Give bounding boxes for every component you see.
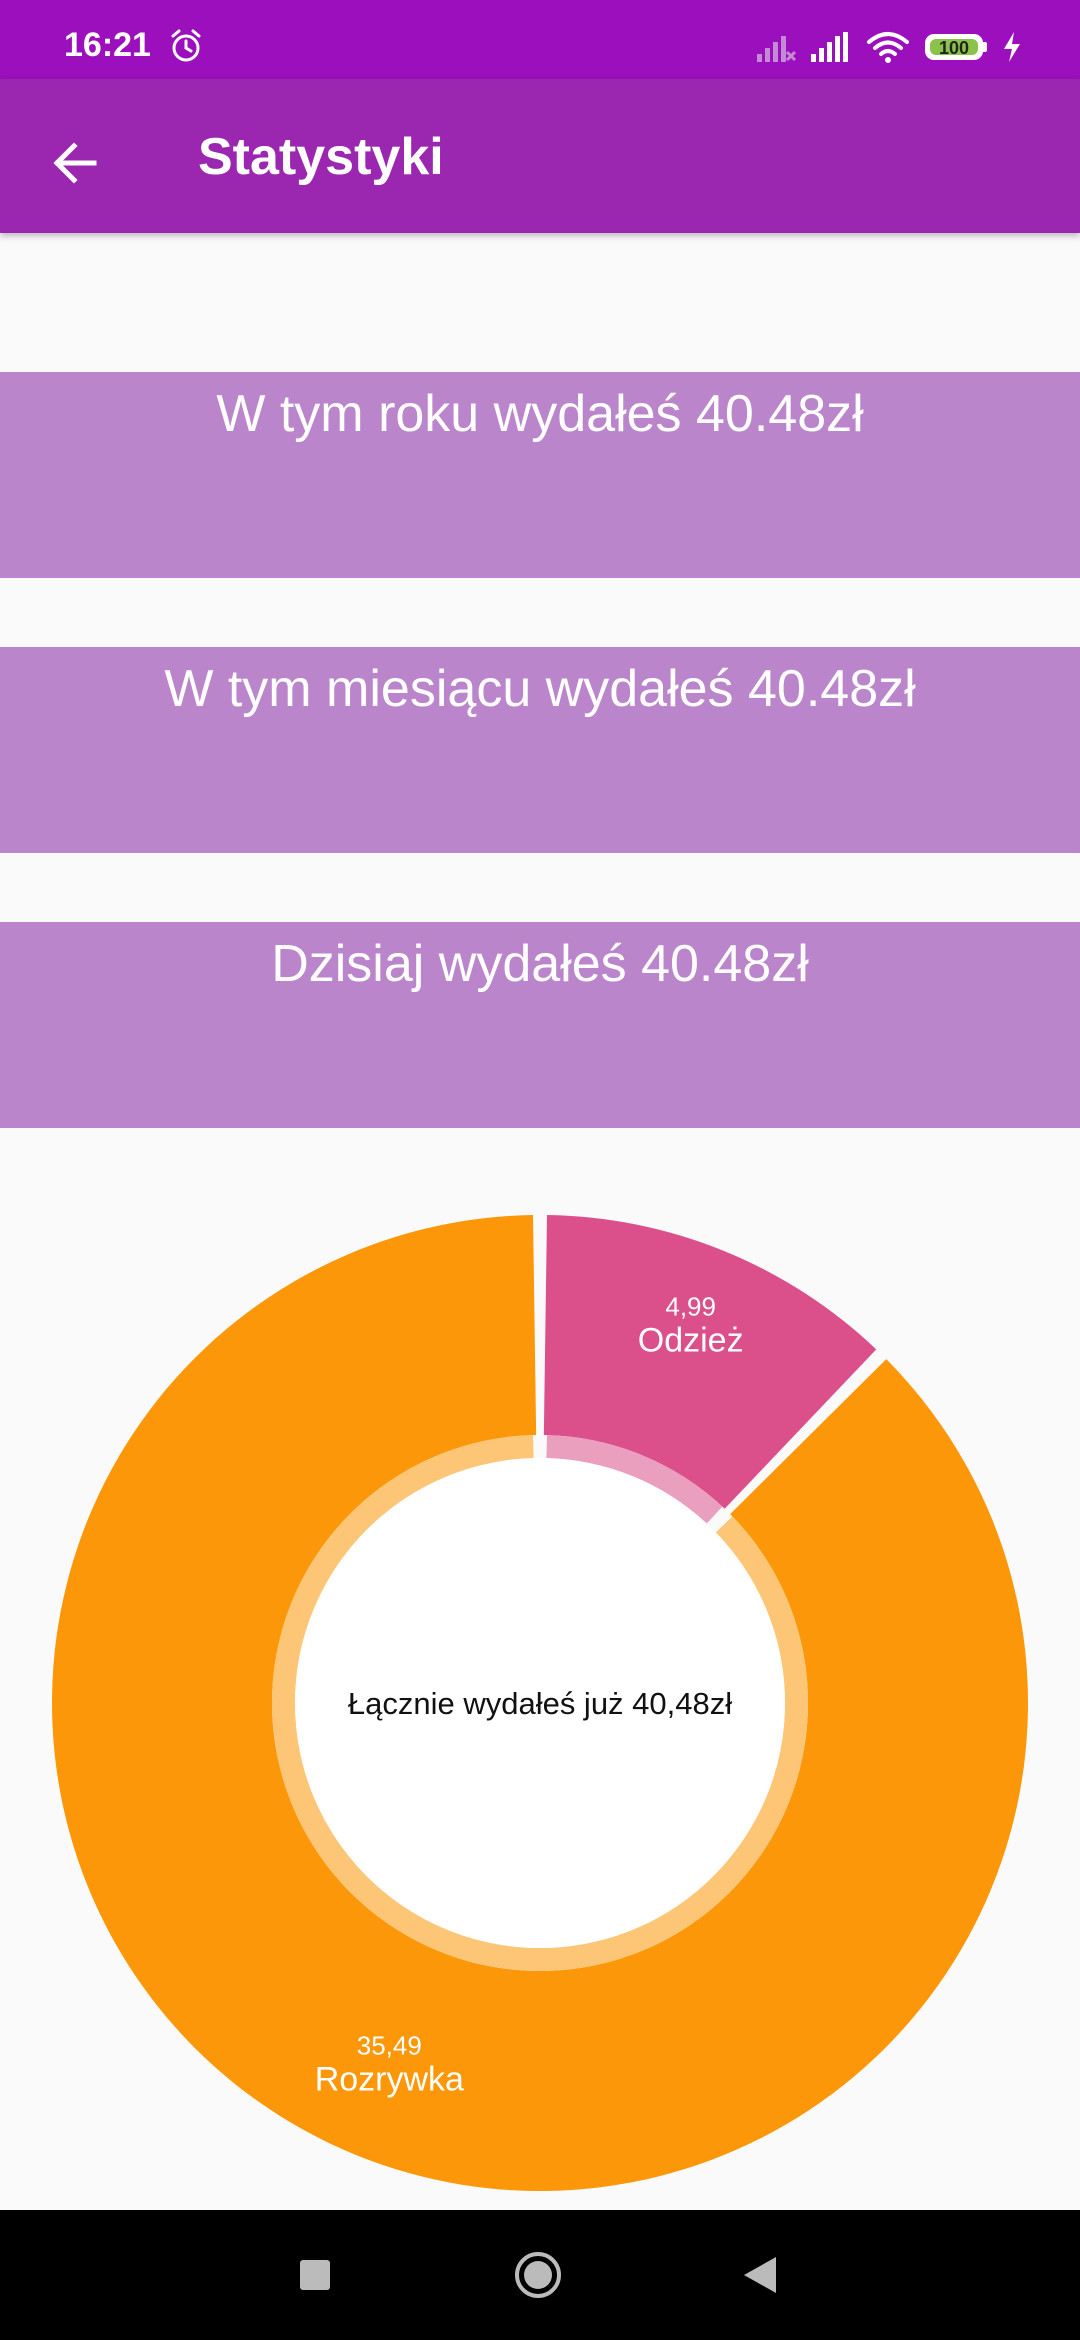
- slice-name-label: Rozrywka: [315, 2060, 464, 2098]
- page-title: Statystyki: [198, 128, 444, 186]
- navigation-bar: [0, 2210, 1080, 2340]
- wifi-icon: [866, 30, 910, 69]
- status-time: 16:21: [64, 26, 151, 64]
- recents-icon[interactable]: [300, 2260, 330, 2290]
- slice-name-label: Odzież: [638, 1322, 744, 1360]
- battery-icon: 100: [925, 34, 989, 64]
- total-spent-label: Łącznie wydałeś już 40,48zł: [348, 1686, 732, 1721]
- today-spending-card: Dzisiaj wydałeś 40.48zł: [0, 922, 1080, 1128]
- status-bar: 16:21 100: [0, 0, 1080, 79]
- app-bar: Statystyki: [0, 79, 1080, 233]
- year-spending-card: W tym roku wydałeś 40.48zł: [0, 372, 1080, 578]
- spending-donut-chart: 4,99Odzież 35,49Rozrywka Łącznie wydałeś j…: [51, 1215, 1028, 2191]
- battery-level: 100: [930, 39, 978, 57]
- month-spending-text: W tym miesiącu wydałeś 40.48zł: [164, 660, 916, 718]
- slice-value-label: 35,49: [357, 2030, 422, 2060]
- home-icon[interactable]: [513, 2250, 563, 2300]
- back-icon[interactable]: [740, 2253, 780, 2302]
- slice-value-label: 4,99: [665, 1292, 716, 1322]
- year-spending-text: W tym roku wydałeś 40.48zł: [216, 385, 864, 443]
- month-spending-card: W tym miesiącu wydałeś 40.48zł: [0, 647, 1080, 853]
- arrow-back-icon[interactable]: [44, 131, 108, 195]
- charging-icon: [1000, 30, 1024, 69]
- alarm-icon: [168, 28, 204, 69]
- signal-off-icon: [755, 32, 799, 69]
- signal-icon: [809, 32, 853, 69]
- today-spending-text: Dzisiaj wydałeś 40.48zł: [271, 935, 809, 993]
